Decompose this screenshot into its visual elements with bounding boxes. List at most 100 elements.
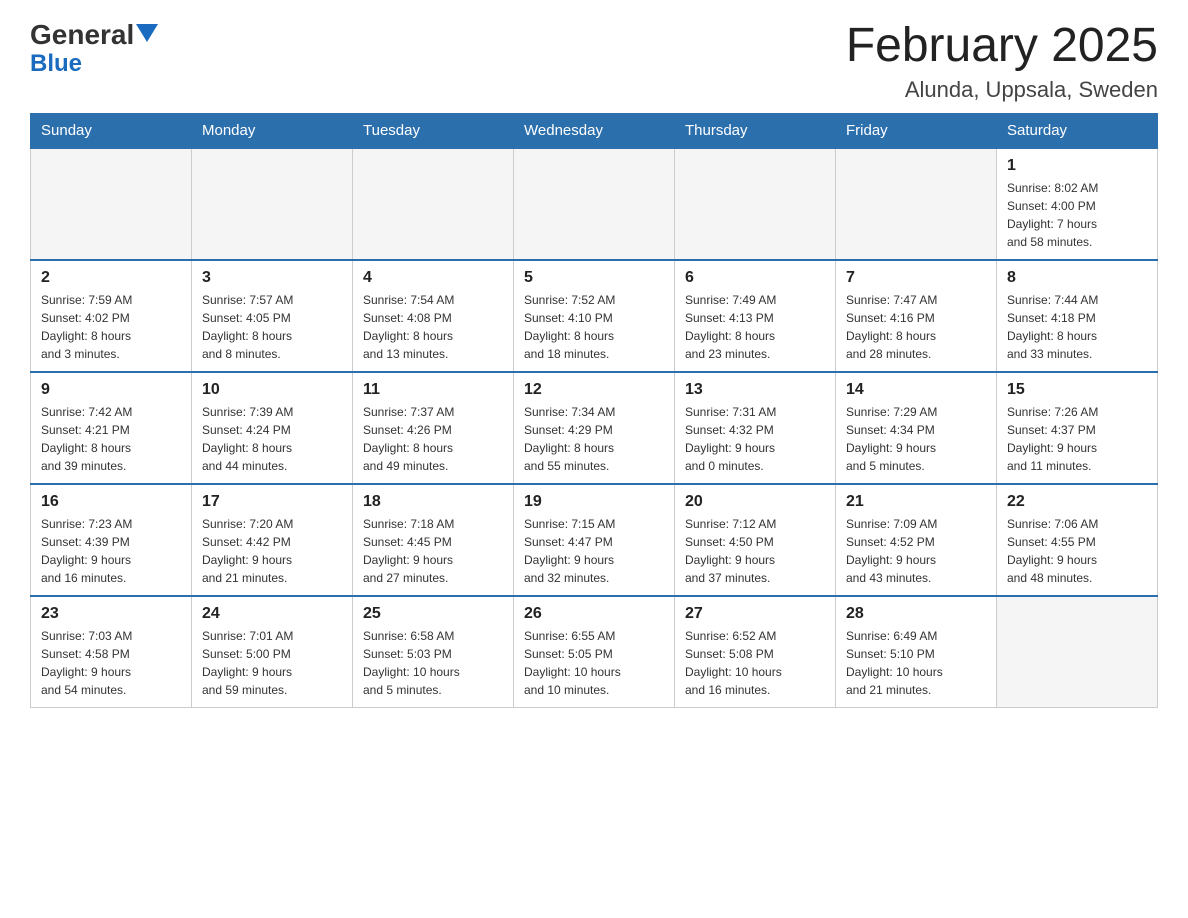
- day-info: Sunrise: 7:34 AMSunset: 4:29 PMDaylight:…: [524, 403, 664, 475]
- day-cell: 1Sunrise: 8:02 AMSunset: 4:00 PMDaylight…: [997, 148, 1158, 260]
- day-info: Sunrise: 7:12 AMSunset: 4:50 PMDaylight:…: [685, 515, 825, 587]
- day-number: 18: [363, 493, 503, 511]
- day-cell: 17 Sunrise: 7:20 AMSunset: 4:42 PMDayligh…: [192, 484, 353, 596]
- day-cell: 21 Sunrise: 7:09 AMSunset: 4:52 PMDayligh…: [836, 484, 997, 596]
- day-info: Sunrise: 7:39 AMSunset: 4:24 PMDaylight:…: [202, 403, 342, 475]
- day-number: 10: [202, 381, 342, 399]
- day-cell: 23 Sunrise: 7:03 AMSunset: 4:58 PMDayligh…: [31, 596, 192, 708]
- day-cell: 10 Sunrise: 7:39 AMSunset: 4:24 PMDayligh…: [192, 372, 353, 484]
- title-block: February 2025 Alunda, Uppsala, Sweden: [846, 20, 1158, 103]
- day-number: 13: [685, 381, 825, 399]
- day-cell: [192, 148, 353, 260]
- day-number: 5: [524, 269, 664, 287]
- day-cell: 26 Sunrise: 6:55 AMSunset: 5:05 PMDayligh…: [514, 596, 675, 708]
- day-cell: [514, 148, 675, 260]
- day-info: Sunrise: 7:44 AMSunset: 4:18 PMDaylight:…: [1007, 291, 1147, 363]
- day-number: 1: [1007, 157, 1147, 175]
- day-cell: 12Sunrise: 7:34 AMSunset: 4:29 PMDayligh…: [514, 372, 675, 484]
- weekday-tuesday: Tuesday: [353, 113, 514, 148]
- day-number: 7: [846, 269, 986, 287]
- day-cell: 22 Sunrise: 7:06 AMSunset: 4:55 PMDayligh…: [997, 484, 1158, 596]
- weekday-header-row: SundayMondayTuesdayWednesdayThursdayFrid…: [31, 113, 1158, 148]
- weekday-wednesday: Wednesday: [514, 113, 675, 148]
- week-row-3: 9Sunrise: 7:42 AMSunset: 4:21 PMDaylight…: [31, 372, 1158, 484]
- day-number: 2: [41, 269, 181, 287]
- day-info: Sunrise: 7:57 AMSunset: 4:05 PMDaylight:…: [202, 291, 342, 363]
- day-info: Sunrise: 6:49 AMSunset: 5:10 PMDaylight:…: [846, 627, 986, 699]
- week-row-5: 23 Sunrise: 7:03 AMSunset: 4:58 PMDayligh…: [31, 596, 1158, 708]
- day-number: 28: [846, 605, 986, 623]
- week-row-1: 1Sunrise: 8:02 AMSunset: 4:00 PMDaylight…: [31, 148, 1158, 260]
- day-info: Sunrise: 7:23 AMSunset: 4:39 PMDaylight:…: [41, 515, 181, 587]
- day-cell: 15Sunrise: 7:26 AMSunset: 4:37 PMDayligh…: [997, 372, 1158, 484]
- day-cell: 11 Sunrise: 7:37 AMSunset: 4:26 PMDayligh…: [353, 372, 514, 484]
- day-number: 17: [202, 493, 342, 511]
- day-info: Sunrise: 7:59 AMSunset: 4:02 PMDaylight:…: [41, 291, 181, 363]
- location: Alunda, Uppsala, Sweden: [846, 77, 1158, 103]
- day-cell: [675, 148, 836, 260]
- day-cell: [997, 596, 1158, 708]
- day-number: 6: [685, 269, 825, 287]
- day-info: Sunrise: 7:20 AMSunset: 4:42 PMDaylight:…: [202, 515, 342, 587]
- day-number: 24: [202, 605, 342, 623]
- day-info: Sunrise: 7:06 AMSunset: 4:55 PMDaylight:…: [1007, 515, 1147, 587]
- month-title: February 2025: [846, 20, 1158, 73]
- day-cell: 19Sunrise: 7:15 AMSunset: 4:47 PMDayligh…: [514, 484, 675, 596]
- day-info: Sunrise: 6:58 AMSunset: 5:03 PMDaylight:…: [363, 627, 503, 699]
- week-row-4: 16 Sunrise: 7:23 AMSunset: 4:39 PMDayligh…: [31, 484, 1158, 596]
- logo-blue: Blue: [30, 51, 82, 77]
- day-number: 19: [524, 493, 664, 511]
- day-info: Sunrise: 7:31 AMSunset: 4:32 PMDaylight:…: [685, 403, 825, 475]
- week-row-2: 2 Sunrise: 7:59 AMSunset: 4:02 PMDaylight…: [31, 260, 1158, 372]
- day-cell: 3Sunrise: 7:57 AMSunset: 4:05 PMDaylight…: [192, 260, 353, 372]
- day-info: Sunrise: 7:09 AMSunset: 4:52 PMDaylight:…: [846, 515, 986, 587]
- day-info: Sunrise: 7:03 AMSunset: 4:58 PMDaylight:…: [41, 627, 181, 699]
- day-cell: 28 Sunrise: 6:49 AMSunset: 5:10 PMDayligh…: [836, 596, 997, 708]
- day-cell: [836, 148, 997, 260]
- day-info: Sunrise: 7:47 AMSunset: 4:16 PMDaylight:…: [846, 291, 986, 363]
- day-cell: 18 Sunrise: 7:18 AMSunset: 4:45 PMDayligh…: [353, 484, 514, 596]
- day-info: Sunrise: 6:52 AMSunset: 5:08 PMDaylight:…: [685, 627, 825, 699]
- day-number: 20: [685, 493, 825, 511]
- logo: General Blue: [30, 20, 158, 77]
- day-info: Sunrise: 7:37 AMSunset: 4:26 PMDaylight:…: [363, 403, 503, 475]
- day-cell: 5 Sunrise: 7:52 AMSunset: 4:10 PMDaylight…: [514, 260, 675, 372]
- logo-triangle-icon: [136, 24, 158, 42]
- day-cell: 20 Sunrise: 7:12 AMSunset: 4:50 PMDayligh…: [675, 484, 836, 596]
- day-number: 27: [685, 605, 825, 623]
- day-info: Sunrise: 7:54 AMSunset: 4:08 PMDaylight:…: [363, 291, 503, 363]
- page-header: General Blue February 2025 Alunda, Uppsa…: [30, 20, 1158, 103]
- day-cell: 14 Sunrise: 7:29 AMSunset: 4:34 PMDayligh…: [836, 372, 997, 484]
- day-cell: 7 Sunrise: 7:47 AMSunset: 4:16 PMDaylight…: [836, 260, 997, 372]
- weekday-monday: Monday: [192, 113, 353, 148]
- day-number: 4: [363, 269, 503, 287]
- day-info: Sunrise: 7:49 AMSunset: 4:13 PMDaylight:…: [685, 291, 825, 363]
- day-info: Sunrise: 7:29 AMSunset: 4:34 PMDaylight:…: [846, 403, 986, 475]
- day-cell: 16 Sunrise: 7:23 AMSunset: 4:39 PMDayligh…: [31, 484, 192, 596]
- day-info: Sunrise: 7:52 AMSunset: 4:10 PMDaylight:…: [524, 291, 664, 363]
- day-cell: 13 Sunrise: 7:31 AMSunset: 4:32 PMDayligh…: [675, 372, 836, 484]
- day-cell: 8Sunrise: 7:44 AMSunset: 4:18 PMDaylight…: [997, 260, 1158, 372]
- day-number: 14: [846, 381, 986, 399]
- day-number: 23: [41, 605, 181, 623]
- day-cell: 4 Sunrise: 7:54 AMSunset: 4:08 PMDaylight…: [353, 260, 514, 372]
- day-cell: 2 Sunrise: 7:59 AMSunset: 4:02 PMDaylight…: [31, 260, 192, 372]
- day-cell: [31, 148, 192, 260]
- day-cell: 6 Sunrise: 7:49 AMSunset: 4:13 PMDaylight…: [675, 260, 836, 372]
- weekday-sunday: Sunday: [31, 113, 192, 148]
- day-cell: 25 Sunrise: 6:58 AMSunset: 5:03 PMDayligh…: [353, 596, 514, 708]
- day-cell: [353, 148, 514, 260]
- day-number: 22: [1007, 493, 1147, 511]
- day-cell: 9Sunrise: 7:42 AMSunset: 4:21 PMDaylight…: [31, 372, 192, 484]
- day-number: 25: [363, 605, 503, 623]
- day-number: 11: [363, 381, 503, 399]
- weekday-thursday: Thursday: [675, 113, 836, 148]
- day-info: Sunrise: 7:01 AMSunset: 5:00 PMDaylight:…: [202, 627, 342, 699]
- day-number: 16: [41, 493, 181, 511]
- day-info: Sunrise: 7:18 AMSunset: 4:45 PMDaylight:…: [363, 515, 503, 587]
- day-number: 26: [524, 605, 664, 623]
- weekday-friday: Friday: [836, 113, 997, 148]
- day-info: Sunrise: 6:55 AMSunset: 5:05 PMDaylight:…: [524, 627, 664, 699]
- day-number: 21: [846, 493, 986, 511]
- day-number: 15: [1007, 381, 1147, 399]
